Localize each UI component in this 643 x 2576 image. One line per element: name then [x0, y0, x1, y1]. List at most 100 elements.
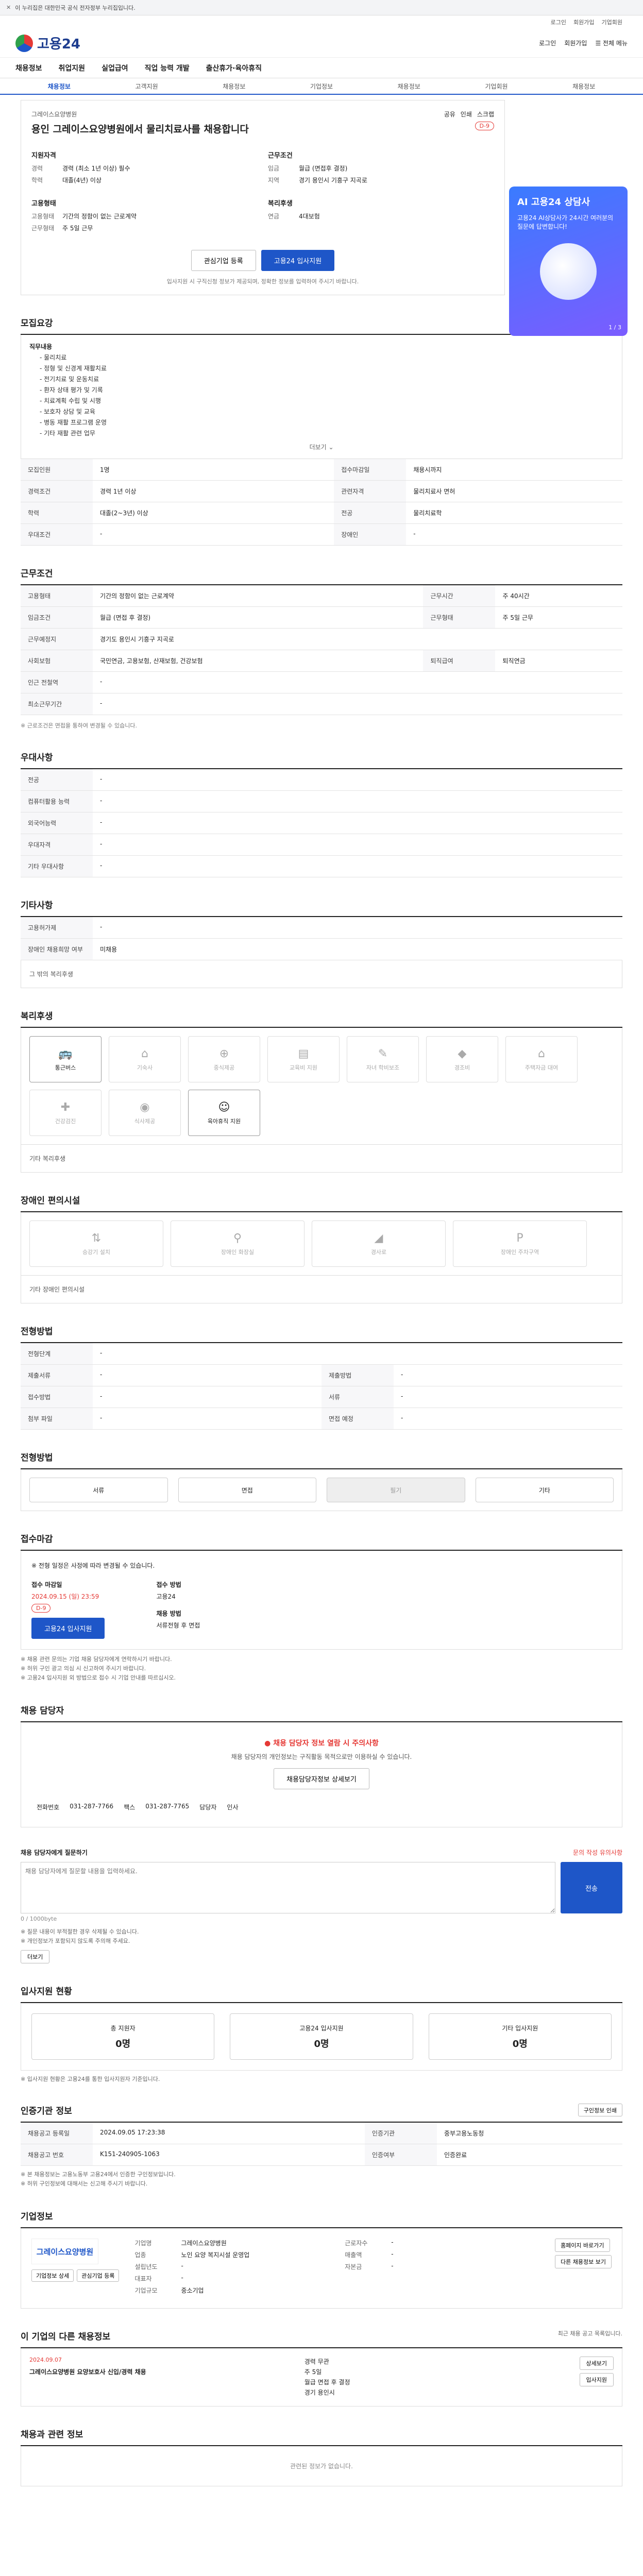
welfare-label: 자녀 학비보조	[366, 1064, 400, 1071]
warning-icon: ●	[264, 1739, 271, 1748]
more-button[interactable]: 더보기 ⌄	[29, 443, 614, 451]
site-logo[interactable]: 고용24	[15, 33, 80, 53]
ai-banner[interactable]: AI 고용24 상담사 고용24 AI상담사가 24시간 여러분의 질문에 답변…	[509, 187, 628, 336]
gnb-link-2[interactable]: 회원가입	[573, 18, 594, 26]
contact-detail-button[interactable]: 채용담당자정보 상세보기	[274, 1768, 369, 1789]
table-key: 전공	[334, 502, 407, 524]
deadline-note: ※ 고용24 입사지원 외 방법으로 접수 시 기업 안내를 따르십시오.	[21, 1674, 176, 1681]
similar-apply-button[interactable]: 입사지원	[579, 2373, 614, 2386]
facility-item: ⚲ 장애인 화장실	[171, 1221, 304, 1267]
share-button[interactable]: 공유	[444, 110, 455, 118]
table-value: K151-240905-1063	[93, 2144, 365, 2166]
table-key: 학력	[21, 502, 93, 524]
table-row: 고용허가제 -	[21, 917, 622, 939]
table-key: 서류	[321, 1386, 394, 1408]
login-link[interactable]: 로그인	[539, 39, 556, 47]
table-key: 고용형태	[21, 585, 93, 607]
company-other-jobs-button[interactable]: 다른 채용정보 보기	[555, 2255, 612, 2268]
inquiry-note: ※ 개인정보가 포함되지 않도록 주의해 주세요.	[21, 1938, 130, 1944]
deadline-date-label: 접수 마감일	[31, 1581, 62, 1588]
method-step: 필기	[327, 1478, 465, 1502]
apply-button[interactable]: 고용24 입사지원	[261, 250, 335, 271]
banner-pager[interactable]: 1 / 3	[608, 324, 621, 331]
company-logo: 그레이스요양병원	[31, 2239, 98, 2264]
nav-item-training[interactable]: 직업 능력 개발	[145, 63, 190, 73]
table-key: 근무시간	[423, 585, 496, 607]
welfare-item: ✎ 자녀 학비보조	[347, 1036, 419, 1082]
main-nav: 채용정보 취업지원 실업급여 직업 능력 개발 출산휴가·육아휴직	[0, 58, 643, 78]
company-key: 근로자수	[345, 2240, 368, 2247]
nav-item-benefit[interactable]: 실업급여	[101, 63, 128, 73]
similar-card[interactable]: 2024.09.07 그레이스요양병원 요양보호사 신입/경력 채용 경력 무관…	[21, 2348, 622, 2406]
table-value: 물리치료학	[406, 502, 622, 524]
table-key: 장애인 채용희망 여부	[21, 938, 93, 960]
info-note: ※ 본 채용정보는 고용노동부 고용24에서 인증한 구인정보입니다.	[21, 2171, 176, 2178]
scrap-button[interactable]: 스크랩	[477, 110, 494, 118]
table-value: 월급 (면접 후 결정)	[93, 606, 424, 629]
subnav-item-7[interactable]: 채용정보	[540, 82, 628, 91]
banner-title: AI 고용24 상담사	[517, 197, 590, 208]
all-menu-button[interactable]: ☰ 전체 메뉴	[595, 39, 628, 47]
inquiry-textarea[interactable]	[21, 1862, 555, 1913]
table-key: 채용공고 번호	[21, 2144, 93, 2166]
subnav-item-4[interactable]: 기업정보	[278, 82, 365, 91]
close-icon[interactable]: ✕	[6, 4, 11, 11]
table-value: 경기도 용인시 기흥구 지곡로	[93, 628, 622, 650]
subnav-item-3[interactable]: 채용정보	[190, 82, 278, 91]
subnav-item-2[interactable]: 고객지원	[103, 82, 191, 91]
summary-key: 학력	[31, 177, 43, 184]
table-key: 접수마감일	[334, 459, 407, 481]
info-print-button[interactable]: 구인정보 인쇄	[578, 2104, 622, 2116]
subnav-item-1[interactable]: 채용정보	[15, 82, 103, 91]
similar-job-title[interactable]: 그레이스요양병원 요양보호사 신입/경력 채용	[29, 2367, 289, 2376]
welfare-label: 식사제공	[134, 1117, 156, 1125]
facility-section: 장애인 편의시설 ⇅ 승강기 설치 ⚲ 장애인 화장실 ◢ 경사로 P 장애인 주차구역…	[21, 1193, 622, 1303]
method-steps: 서류 면접 필기 기타	[21, 1469, 622, 1511]
table-key: 사회보험	[21, 650, 93, 672]
table-value: -	[93, 917, 622, 939]
chevron-down-icon: ⌄	[328, 444, 334, 451]
inquiry-policy-link[interactable]: 문의 작성 유의사항	[573, 1848, 622, 1857]
table-key: 면접 예정	[321, 1408, 394, 1430]
subnav-item-5[interactable]: 채용정보	[365, 82, 453, 91]
subnav-item-6[interactable]: 기업회원	[453, 82, 540, 91]
welfare-label: 중식제공	[213, 1064, 235, 1071]
table-key: 임금조건	[21, 606, 93, 629]
section-title: 채용 담당자	[21, 1703, 622, 1722]
deadline-apply-button[interactable]: 고용24 입사지원	[31, 1618, 105, 1639]
table-row: 제출서류 - 제출방법 -	[21, 1364, 622, 1386]
nav-item-jobs[interactable]: 채용정보	[15, 63, 42, 73]
table-value: 주 5일 근무	[495, 606, 622, 629]
stat-card: 기타 입사지원 0명	[428, 2013, 612, 2060]
inquiry-send-button[interactable]: 전송	[561, 1862, 622, 1913]
inquiry-more-button[interactable]: 더보기	[21, 1950, 50, 1963]
company-key: 매출액	[345, 2251, 362, 2259]
summary-key: 연금	[268, 213, 280, 220]
table-key: 모집인원	[21, 459, 93, 481]
company-value: 중소기업	[181, 2287, 204, 2294]
company-key: 기업명	[134, 2240, 152, 2247]
signup-link[interactable]: 회원가입	[564, 39, 587, 47]
duty-item: - 치료계획 수립 및 시행	[40, 397, 101, 404]
company-name[interactable]: 그레이스요양병원	[31, 110, 249, 118]
print-button[interactable]: 인쇄	[461, 110, 472, 118]
nav-item-leave[interactable]: 출산휴가·육아휴직	[206, 63, 262, 73]
gnb-link-1[interactable]: 로그인	[551, 18, 566, 26]
summary-value: 월급 (면접후 결정)	[299, 165, 348, 172]
table-value: 1명	[93, 459, 334, 481]
home-icon: ⌂	[141, 1047, 148, 1060]
section-title: 근무조건	[21, 566, 622, 585]
company-homepage-button[interactable]: 홈페이지 바로가기	[555, 2239, 610, 2252]
nav-item-support[interactable]: 취업지원	[59, 63, 86, 73]
company-interest-button[interactable]: 관심기업 등록	[77, 2269, 120, 2282]
section-title: 인증기관 정보	[21, 2106, 72, 2116]
gnb-link-3[interactable]: 기업회원	[602, 18, 622, 26]
restroom-icon: ⚲	[233, 1231, 242, 1245]
screening-table: 전형단계 - 제출서류 - 제출방법 - 접수방법 - 서류 - 첨부 파일 - 면접 예정 -	[21, 1343, 622, 1430]
interest-company-button[interactable]: 관심기업 등록	[191, 250, 256, 271]
contact-warning-text: 채용 담당자 정보 열람 시 주의사항	[273, 1739, 379, 1748]
company-detail-button[interactable]: 기업정보 상세	[31, 2269, 74, 2282]
similar-detail-button[interactable]: 상세보기	[579, 2357, 614, 2370]
table-value: 미채용	[93, 938, 622, 960]
facility-item: P 장애인 주차구역	[453, 1221, 587, 1267]
